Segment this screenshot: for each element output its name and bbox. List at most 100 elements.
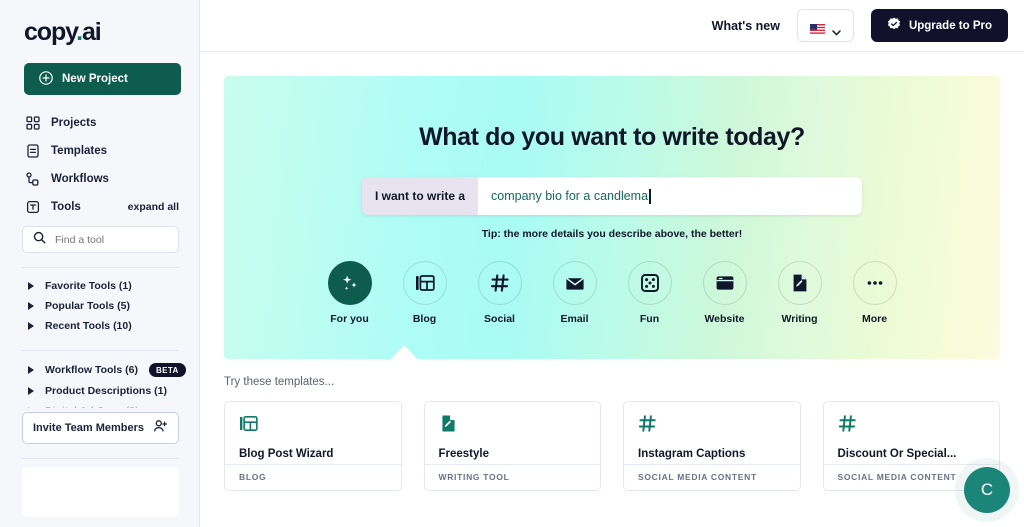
tool-group-label: Favorite Tools (1) (45, 280, 132, 292)
add-person-icon (153, 419, 168, 437)
category-website[interactable]: Website (700, 261, 750, 325)
prompt-input-row[interactable]: I want to write a company bio for a cand… (362, 177, 862, 215)
plus-circle-icon (39, 70, 53, 88)
category-email[interactable]: Email (550, 261, 600, 325)
category-row: For you Blog Social Email Fun Website Wr… (224, 261, 1000, 325)
brand-suffix: ai (81, 18, 102, 46)
main-content: What's new Upgrade to Pro What do you wa… (200, 0, 1024, 527)
chat-widget-glyph: C (980, 480, 994, 499)
category-label: Email (560, 313, 589, 325)
sidebar-item-templates[interactable]: Templates (0, 137, 199, 165)
sidebar-item-tools[interactable]: Tools expand all (0, 193, 199, 221)
category-social[interactable]: Social (475, 261, 525, 325)
sidebar-item-label: Projects (51, 117, 97, 129)
sparkles-icon (327, 261, 372, 305)
hash-icon (838, 415, 857, 437)
hero-wrapper: What do you want to write today? I want … (200, 52, 1024, 360)
category-label: More (861, 313, 888, 325)
hero-banner: What do you want to write today? I want … (224, 76, 1000, 360)
sidebar: copy.ai New Project Projects Templates W… (0, 0, 200, 527)
category-label: Blog (412, 313, 437, 325)
tool-group-label: Product Descriptions (1) (45, 385, 167, 397)
sidebar-item-label: Workflows (51, 173, 109, 185)
category-writing[interactable]: Writing (775, 261, 825, 325)
category-label: Social (484, 313, 515, 325)
invite-label: Invite Team Members (32, 422, 145, 434)
search-icon (33, 231, 46, 249)
new-project-button[interactable]: New Project (24, 63, 181, 95)
category-blog[interactable]: Blog (400, 261, 450, 325)
brand-logo[interactable]: copy.ai (0, 0, 199, 45)
document-icon (26, 144, 40, 158)
category-fun[interactable]: Fun (625, 261, 675, 325)
category-label: Writing (781, 313, 818, 325)
category-label: Fun (639, 313, 660, 325)
tool-group-label: Popular Tools (5) (45, 300, 130, 312)
prompt-input-value: company bio for a candlema (491, 189, 649, 203)
template-card[interactable]: Freestyle WRITING TOOL (423, 401, 601, 491)
template-card[interactable]: Blog Post Wizard BLOG (224, 401, 402, 491)
app-root: copy.ai New Project Projects Templates W… (0, 0, 1024, 527)
upgrade-to-pro-button[interactable]: Upgrade to Pro (870, 9, 1008, 42)
sidebar-item-workflows[interactable]: Workflows (0, 165, 199, 193)
top-bar: What's new Upgrade to Pro (200, 0, 1024, 52)
ellipsis-icon (852, 261, 897, 305)
chevron-right-icon (28, 282, 34, 290)
sidebar-item-label: Tools (51, 201, 81, 213)
search-input[interactable] (55, 233, 165, 246)
tool-group-popular[interactable]: Popular Tools (5) (0, 296, 199, 316)
template-card-body: Blog Post Wizard (225, 402, 401, 464)
dice-icon (627, 261, 672, 305)
template-card-category: WRITING TOOL (424, 464, 600, 490)
expand-all-link[interactable]: expand all (128, 201, 179, 213)
upgrade-label: Upgrade to Pro (908, 19, 992, 32)
template-card[interactable]: Instagram Captions SOCIAL MEDIA CONTENT (623, 401, 801, 491)
pencil-doc-icon (439, 415, 458, 437)
prompt-prefix-label: I want to write a (362, 177, 479, 215)
template-card-body: Freestyle (425, 402, 601, 464)
beta-badge: BETA (148, 363, 186, 377)
envelope-icon (552, 261, 597, 305)
tool-group-workflow-tools[interactable]: Workflow Tools (6) BETA (0, 359, 199, 381)
templates-row: Blog Post Wizard BLOG Freestyle WRITING … (200, 388, 1024, 491)
language-selector[interactable] (796, 9, 854, 42)
template-card-body: Discount Or Special... (824, 402, 1000, 464)
new-project-label: New Project (62, 73, 128, 85)
tool-group-favorite[interactable]: Favorite Tools (1) (0, 276, 199, 296)
sidebar-divider (22, 267, 179, 268)
chat-widget-button[interactable]: C (964, 467, 1010, 513)
hash-icon (638, 415, 657, 437)
tool-group-recent[interactable]: Recent Tools (10) (0, 316, 199, 336)
prompt-input[interactable]: company bio for a candlema (478, 177, 862, 215)
sidebar-nav: Projects Templates Workflows Tools expan… (0, 109, 199, 221)
pencil-doc-icon (777, 261, 822, 305)
sidebar-item-projects[interactable]: Projects (0, 109, 199, 137)
page-title: What do you want to write today? (419, 123, 805, 151)
sidebar-divider-2 (22, 350, 179, 351)
chevron-right-icon (28, 387, 34, 395)
active-tab-notch (390, 345, 418, 360)
workflow-icon (26, 172, 40, 186)
tool-groups-favorites: Favorite Tools (1) Popular Tools (5) Rec… (0, 276, 199, 336)
invite-team-members-button[interactable]: Invite Team Members (22, 412, 179, 444)
whats-new-link[interactable]: What's new (712, 19, 780, 33)
blog-layout-icon (239, 416, 258, 437)
hash-icon (477, 261, 522, 305)
category-more[interactable]: More (850, 261, 900, 325)
text-cursor (649, 188, 651, 204)
template-card-title: Instagram Captions (638, 448, 746, 460)
template-card-body: Instagram Captions (624, 402, 800, 464)
brand-name: copy (24, 18, 77, 46)
find-a-tool-search[interactable] (22, 226, 179, 253)
category-for-you[interactable]: For you (325, 261, 375, 325)
chevron-right-icon (28, 366, 34, 374)
us-flag-icon (809, 21, 825, 34)
prompt-tip-text: Tip: the more details you describe above… (481, 228, 743, 240)
sidebar-promo-panel (22, 467, 179, 517)
category-label: Website (704, 313, 745, 325)
chevron-down-icon (832, 23, 841, 35)
tool-group-product-descriptions[interactable]: Product Descriptions (1) (0, 381, 199, 401)
sidebar-divider-3 (22, 458, 179, 459)
chevron-right-icon (28, 302, 34, 310)
grid-icon (26, 116, 40, 130)
